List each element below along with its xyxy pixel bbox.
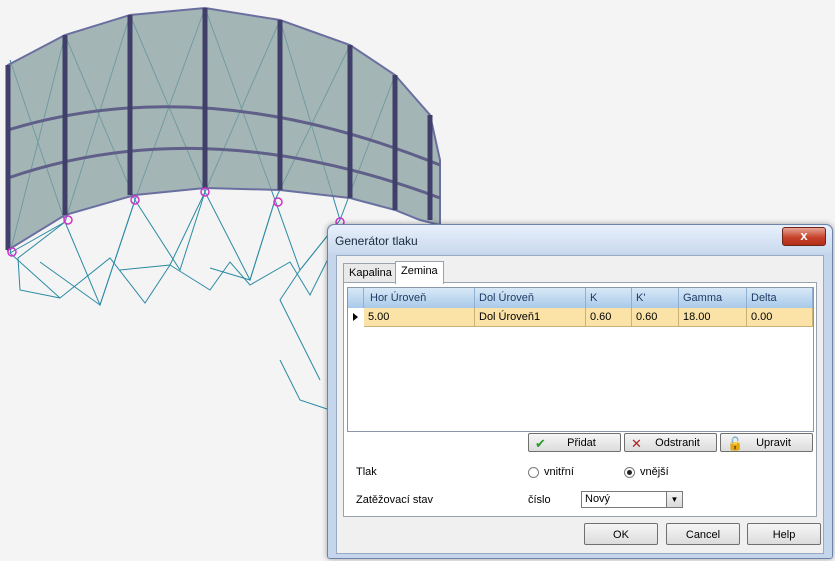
pressure-generator-dialog: Generátor tlaku x Kapalina Zemina Hor Úr… [327,224,833,559]
pressure-label: Tlak [356,466,377,478]
add-button[interactable]: ✔ Přidat [528,433,621,452]
soil-layers-grid[interactable]: Hor Úroveň Dol Úroveň K K' Gamma Delta 5… [347,287,814,432]
load-case-value: Nový [585,493,611,505]
load-case-select[interactable]: Nový ▼ [581,491,683,508]
delete-x-icon: ✕ [631,436,642,451]
col-dol-uroven[interactable]: Dol Úroveň [475,288,586,308]
col-hor-uroven[interactable]: Hor Úroveň [364,288,475,308]
help-button[interactable]: Help [747,523,821,545]
radio-inner[interactable] [528,467,539,478]
current-row-icon [353,313,358,321]
col-delta[interactable]: Delta [747,288,813,308]
col-gamma[interactable]: Gamma [679,288,747,308]
dialog-title: Generátor tlaku [335,234,418,248]
cancel-button[interactable]: Cancel [666,523,740,545]
radio-outer[interactable] [624,467,635,478]
remove-button[interactable]: ✕ Odstranit [624,433,717,452]
col-k-prime[interactable]: K' [632,288,679,308]
chevron-down-icon[interactable]: ▼ [666,492,682,507]
cell-dol-uroven[interactable]: Dol Úroveň1 [475,308,586,326]
row-selector[interactable] [348,308,365,326]
radio-inner-label[interactable]: vnitřní [544,466,574,478]
tab-zemina[interactable]: Zemina [395,261,444,284]
table-row[interactable]: 5.00 Dol Úroveň1 0.60 0.60 18.00 0.00 [364,308,813,327]
close-icon: x [800,228,808,243]
cell-k[interactable]: 0.60 [586,308,632,326]
load-case-label: Zatěžovací stav [356,494,434,506]
tab-kapalina[interactable]: Kapalina [343,263,398,283]
cell-gamma[interactable]: 18.00 [679,308,747,326]
load-case-number-label: číslo [528,494,551,506]
ok-button[interactable]: OK [584,523,658,545]
tab-panel-zemina: Hor Úroveň Dol Úroveň K K' Gamma Delta 5… [343,282,817,517]
cell-delta[interactable]: 0.00 [747,308,813,326]
cell-hor-uroven[interactable]: 5.00 [364,308,475,326]
grid-corner [348,288,364,308]
padlock-icon: 🔓 [727,436,744,451]
dialog-titlebar[interactable]: Generátor tlaku x [328,225,832,253]
cell-k-prime[interactable]: 0.60 [632,308,679,326]
close-button[interactable]: x [782,227,826,246]
checkmark-icon: ✔ [535,436,546,451]
edit-button[interactable]: 🔓 Upravit [720,433,813,452]
dialog-body: Kapalina Zemina Hor Úroveň Dol Úroveň K … [336,255,824,554]
col-k[interactable]: K [586,288,632,308]
radio-outer-label[interactable]: vnější [640,466,669,478]
grid-header: Hor Úroveň Dol Úroveň K K' Gamma Delta [348,288,813,309]
